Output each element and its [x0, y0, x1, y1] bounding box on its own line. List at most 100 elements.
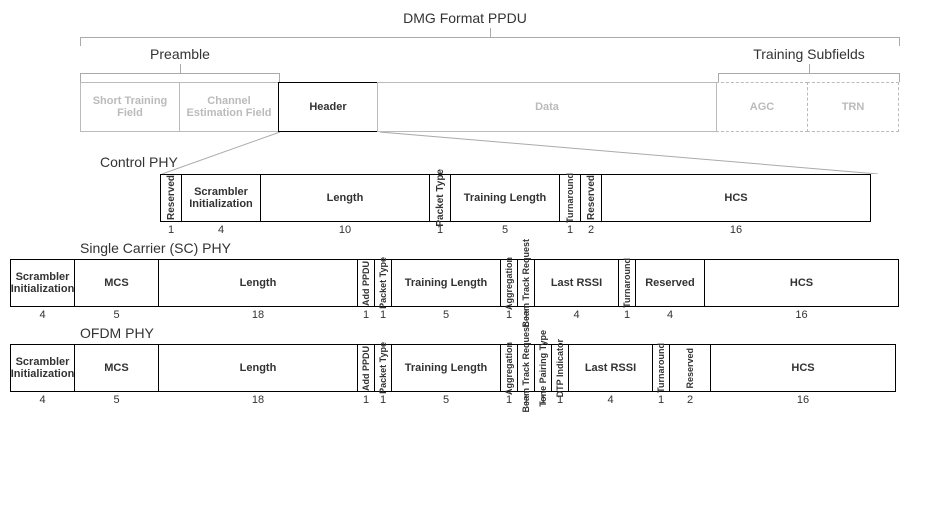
ofdm-field-bits: 1	[652, 394, 670, 406]
sc-field-bits: 5	[74, 309, 159, 321]
sc-field-bits: 4	[534, 309, 619, 321]
sc-field-packet-type: Packet Type	[374, 259, 392, 307]
control-field-bits: 16	[601, 224, 871, 236]
ofdm-field-mcs: MCS	[74, 344, 159, 392]
control-phy-label: Control PHY	[100, 154, 178, 170]
sc-field-bits: 18	[158, 309, 358, 321]
training-label: Training Subfields	[718, 46, 900, 62]
control-field-label: Length	[327, 192, 364, 204]
ofdm-field-bits: 1	[357, 394, 375, 406]
control-field-scrambler-initialization: Scrambler Initialization	[181, 174, 261, 222]
sc-field-last-rssi: Last RSSI	[534, 259, 619, 307]
ofdm-field-add-ppdu: Add PPDU	[357, 344, 375, 392]
ofdm-field-label: HCS	[791, 362, 814, 374]
ofdm-field-label: Aggregation	[504, 342, 514, 395]
sc-field-label: Beam Track Request	[521, 239, 531, 328]
control-field-turnaround: Turnaround	[559, 174, 581, 222]
data-block: Data	[377, 82, 717, 132]
sc-field-label: Training Length	[405, 277, 488, 289]
title-brace	[80, 28, 900, 46]
ofdm-field-bits: 1	[374, 394, 392, 406]
sc-field-length: Length	[158, 259, 358, 307]
ofdm-field-tone-pairing-type: Tone Pairing Type	[534, 344, 552, 392]
sc-field-bits: 1	[618, 309, 636, 321]
ofdm-field-beam-track-request: Beam Track Request	[517, 344, 535, 392]
ofdm-field-label: MCS	[104, 362, 128, 374]
ofdm-field-training-length: Training Length	[391, 344, 501, 392]
control-field-bits: 1	[559, 224, 581, 236]
sc-field-label: Aggregation	[504, 257, 514, 310]
control-field-reserved: Reserved	[580, 174, 602, 222]
control-field-packet-type: Packet Type	[429, 174, 451, 222]
ofdm-field-label: Scrambler Initialization	[11, 356, 75, 380]
ofdm-field-label: Length	[240, 362, 277, 374]
sc-field-aggregation: Aggregation	[500, 259, 518, 307]
sc-field-label: Reserved	[645, 277, 695, 289]
ofdm-field-reserved: Reserved	[669, 344, 711, 392]
control-phy-row: Reserved Scrambler Initialization Length Pa…	[160, 174, 920, 222]
header-block: Header	[278, 82, 378, 132]
preamble-brace	[80, 64, 280, 82]
ofdm-field-label: Tone Pairing Type	[538, 330, 548, 407]
stf-block: Short Training Field	[80, 82, 180, 132]
control-field-reserved: Reserved	[160, 174, 182, 222]
sc-field-scrambler-initialization: Scrambler Initialization	[10, 259, 75, 307]
control-field-bits: 1	[160, 224, 182, 236]
ofdm-field-bits: 16	[710, 394, 896, 406]
sc-field-beam-track-request: Beam Track Request	[517, 259, 535, 307]
sc-field-mcs: MCS	[74, 259, 159, 307]
control-field-label: Packet Type	[435, 169, 446, 227]
title: DMG Format PPDU	[10, 10, 920, 26]
sc-field-bits: 1	[357, 309, 375, 321]
ofdm-phy-bits: 4518115111141216	[10, 394, 920, 406]
ofdm-field-hcs: HCS	[710, 344, 896, 392]
sc-field-reserved: Reserved	[635, 259, 705, 307]
sc-field-label: Last RSSI	[551, 277, 602, 289]
sc-phy-bits: 45181151141416	[10, 309, 920, 321]
sc-phy-label: Single Carrier (SC) PHY	[80, 240, 920, 256]
sc-phy-row: Scrambler InitializationMCS Length Add PPD…	[10, 259, 920, 307]
control-field-label: Training Length	[464, 192, 547, 204]
control-field-training-length: Training Length	[450, 174, 560, 222]
sc-field-bits: 5	[391, 309, 501, 321]
sc-field-label: HCS	[790, 277, 813, 289]
ofdm-field-scrambler-initialization: Scrambler Initialization	[10, 344, 75, 392]
control-field-bits: 10	[260, 224, 430, 236]
sc-field-training-length: Training Length	[391, 259, 501, 307]
ofdm-field-label: DTP Indicator	[555, 339, 565, 397]
sc-field-bits: 4	[10, 309, 75, 321]
sc-field-bits: 1	[374, 309, 392, 321]
sc-field-label: Length	[240, 277, 277, 289]
ppdu-top-row: Short Training Field Channel Estimation …	[80, 82, 920, 132]
sc-field-label: Scrambler Initialization	[11, 271, 75, 295]
control-field-bits: 5	[450, 224, 560, 236]
control-field-label: Reserved	[166, 175, 177, 220]
trn-block: TRN	[807, 82, 899, 132]
ofdm-field-length: Length	[158, 344, 358, 392]
cef-block: Channel Estimation Field	[179, 82, 279, 132]
ofdm-field-label: Reserved	[685, 348, 695, 389]
sc-field-add-ppdu: Add PPDU	[357, 259, 375, 307]
preamble-label: Preamble	[80, 46, 280, 62]
ofdm-field-label: Add PPDU	[361, 346, 371, 391]
control-field-label: HCS	[724, 192, 747, 204]
ofdm-field-bits: 5	[74, 394, 159, 406]
header-leader-lines: Control PHY	[10, 132, 920, 174]
control-field-bits: 2	[580, 224, 602, 236]
ofdm-field-bits: 18	[158, 394, 358, 406]
ofdm-field-label: Last RSSI	[585, 362, 636, 374]
sc-field-label: Turnaround	[622, 258, 632, 308]
sc-field-bits: 16	[704, 309, 899, 321]
ofdm-field-label: Training Length	[405, 362, 488, 374]
ofdm-field-aggregation: Aggregation	[500, 344, 518, 392]
ofdm-field-label: Beam Track Request	[521, 324, 531, 413]
sc-field-bits: 4	[635, 309, 705, 321]
control-field-length: Length	[260, 174, 430, 222]
control-field-hcs: HCS	[601, 174, 871, 222]
ofdm-field-bits: 4	[568, 394, 653, 406]
control-field-label: Scrambler Initialization	[184, 186, 258, 210]
ofdm-field-dtp-indicator: DTP Indicator	[551, 344, 569, 392]
ofdm-field-label: Packet Type	[378, 342, 388, 394]
ofdm-field-bits: 5	[391, 394, 501, 406]
ofdm-field-turnaround: Turnaround	[652, 344, 670, 392]
